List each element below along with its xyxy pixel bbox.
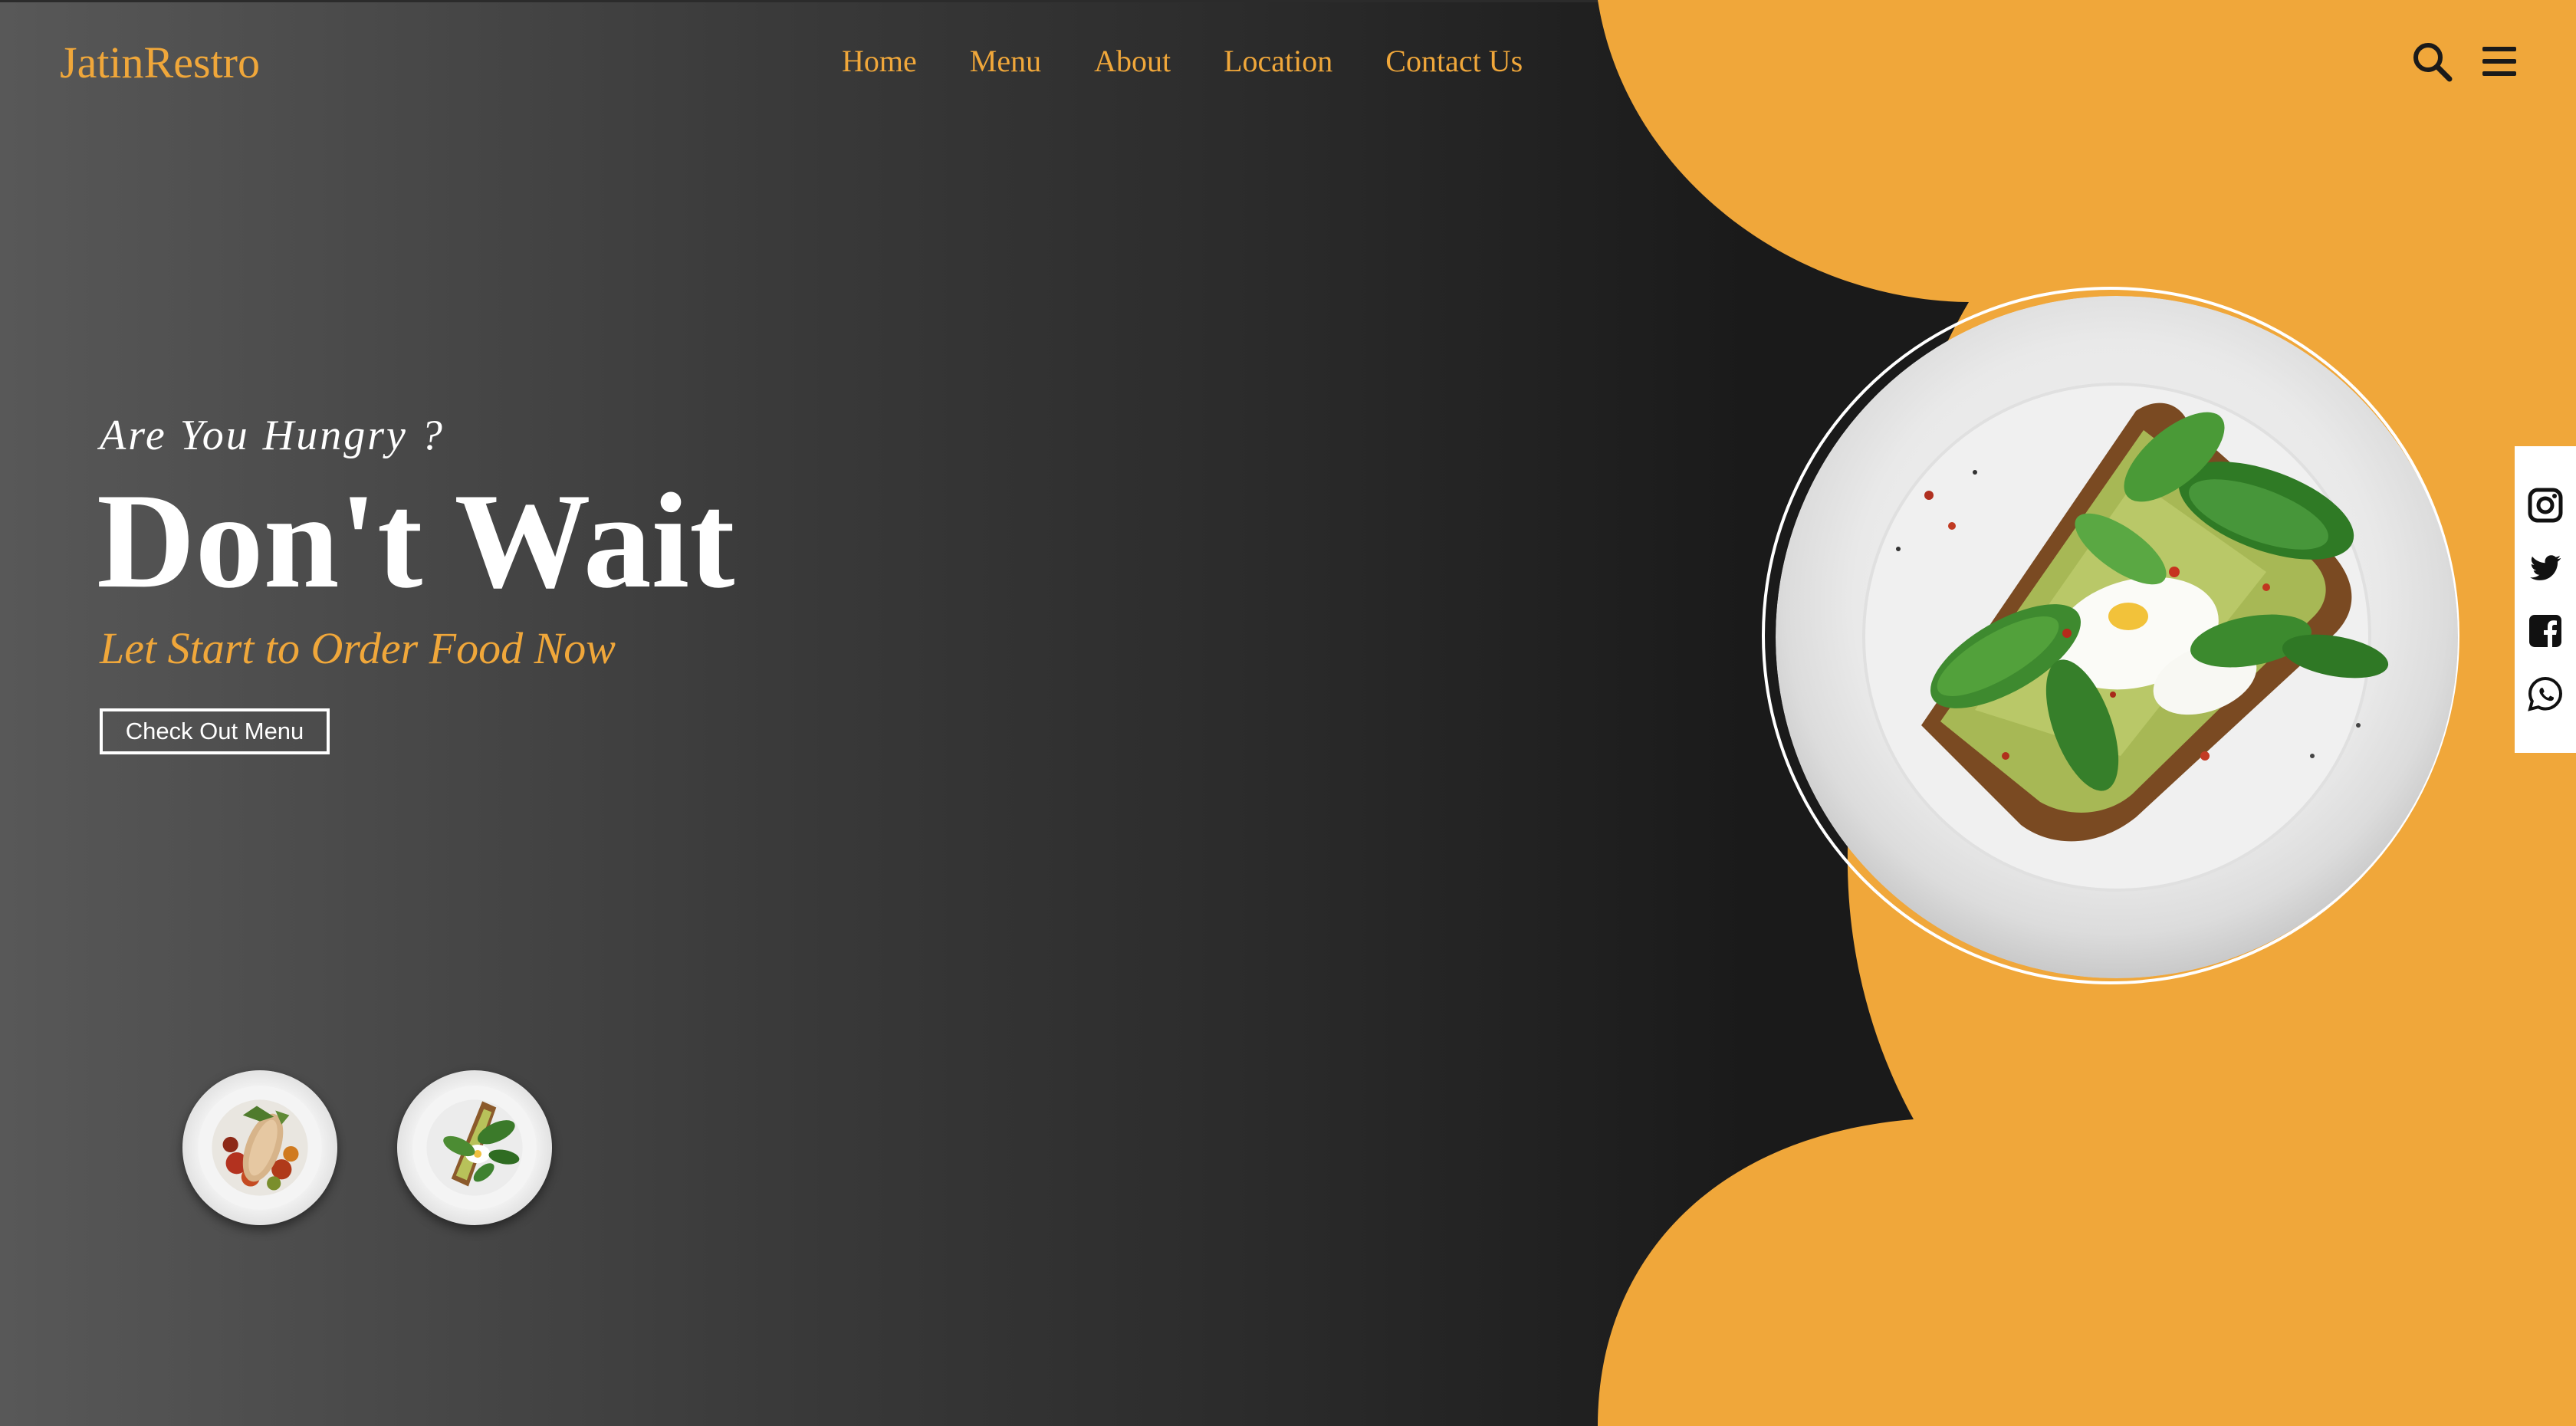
page: JatinRestro Home Menu About Location Con…: [0, 0, 2576, 1426]
social-sidebar: [2515, 446, 2576, 753]
avocado-toast-thumbnail[interactable]: [397, 1070, 552, 1225]
nav-item-about[interactable]: About: [1094, 43, 1171, 79]
hero-subtitle: Are You Hungry ?: [100, 412, 445, 459]
hero-title: Don't Wait: [97, 465, 735, 616]
instagram-icon[interactable]: [2527, 487, 2564, 524]
nav-item-contact-us[interactable]: Contact Us: [1385, 43, 1523, 79]
twitter-icon[interactable]: [2527, 550, 2564, 586]
chicken-vegetable-dish-thumbnail[interactable]: [182, 1070, 337, 1225]
check-out-menu-button[interactable]: Check Out Menu: [100, 708, 330, 754]
avocado-toast-spinach-egg-plate: [1776, 296, 2458, 978]
search-icon[interactable]: [2410, 40, 2453, 83]
hamburger-menu-icon[interactable]: [2478, 40, 2521, 83]
whatsapp-icon[interactable]: [2527, 675, 2564, 712]
brand-logo[interactable]: JatinRestro: [60, 37, 260, 88]
nav-item-location[interactable]: Location: [1224, 43, 1332, 79]
header-actions: [2410, 40, 2521, 83]
facebook-icon[interactable]: [2527, 613, 2564, 649]
nav-item-menu[interactable]: Menu: [970, 43, 1041, 79]
nav-item-home[interactable]: Home: [842, 43, 917, 79]
hero-tagline: Let Start to Order Food Now: [100, 623, 616, 673]
main-nav: Home Menu About Location Contact Us: [842, 43, 1576, 79]
